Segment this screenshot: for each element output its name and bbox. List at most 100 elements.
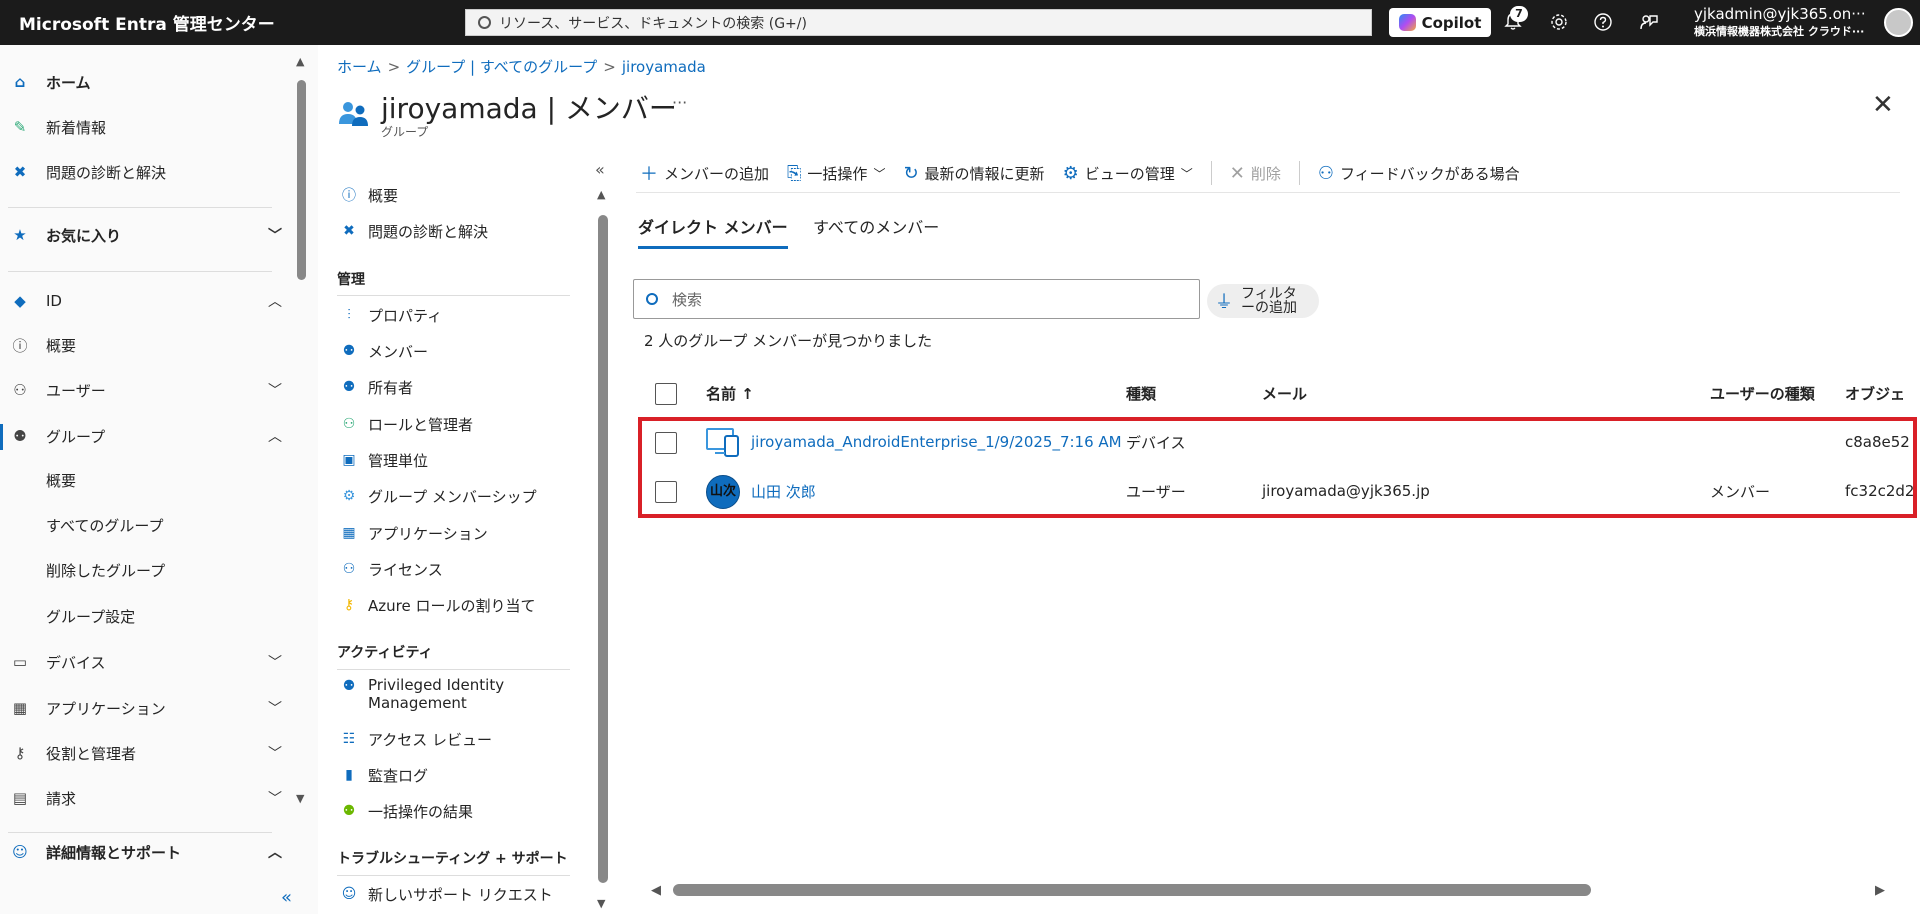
nav-billing[interactable]: ▤ 請求 ﹀	[0, 781, 290, 815]
manage-view-label: ビューの管理	[1084, 164, 1175, 183]
help-icon[interactable]	[1592, 12, 1614, 34]
menu-overview[interactable]: ⓘ 概要	[340, 178, 595, 212]
menu-bulk-results-label: 一括操作の結果	[368, 802, 474, 821]
column-header-user-type[interactable]: ユーザーの種類	[1710, 383, 1815, 404]
close-icon[interactable]: ✕	[1872, 90, 1894, 120]
refresh-icon: ↻	[903, 162, 919, 184]
nav-roles-admins[interactable]: ⚷ 役割と管理者 ﹀	[0, 736, 290, 770]
column-header-object-id[interactable]: オブジェ	[1845, 383, 1905, 404]
account-org: 横浜情報機器株式会社 クラウド···	[1694, 25, 1865, 38]
scroll-right-arrow-icon[interactable]: ▶	[1875, 883, 1885, 898]
applications-grid-icon: ▦	[342, 525, 356, 541]
menu-properties-label: プロパティ	[368, 306, 443, 325]
left-nav-scrollbar[interactable]	[297, 80, 306, 280]
nav-identity[interactable]: ◆ ID ︿	[0, 284, 290, 318]
scroll-up-arrow-icon[interactable]: ▲	[296, 55, 304, 68]
nav-divider	[8, 271, 272, 272]
nav-overview[interactable]: ⓘ 概要	[0, 328, 290, 362]
menu-admin-units-label: 管理単位	[368, 451, 429, 470]
menu-pim[interactable]: ⚉ Privileged Identity Management	[340, 676, 595, 716]
menu-members[interactable]: ⚉ メンバー	[340, 334, 595, 368]
delete-button[interactable]: ✕ 削除	[1230, 163, 1281, 184]
column-header-name[interactable]: 名前 ↑	[706, 383, 754, 404]
menu-azure-roles[interactable]: ⚷ Azure ロールの割り当て	[340, 588, 595, 622]
nav-devices[interactable]: ▭ デバイス ﹀	[0, 645, 290, 679]
more-options-icon[interactable]: ···	[672, 93, 687, 112]
menu-licenses[interactable]: ⚇ ライセンス	[340, 552, 595, 586]
menu-roles-admins[interactable]: ⚇ ロールと管理者	[340, 407, 595, 441]
settings-gear-icon[interactable]	[1548, 12, 1570, 34]
feedback-button[interactable]: ⚇ フィードバックがある場合	[1318, 163, 1520, 184]
breadcrumb-groups[interactable]: グループ | すべてのグループ	[406, 58, 597, 76]
manage-view-button[interactable]: ⚙ ビューの管理 ﹀	[1063, 163, 1193, 184]
add-members-button[interactable]: ＋ メンバーの追加	[640, 160, 769, 186]
command-toolbar: ＋ メンバーの追加 ⎘ 一括操作 ﹀ ↻ 最新の情報に更新 ⚙ ビューの管理 ﹀ ✕ 削除 ⚇…	[640, 155, 1538, 191]
account-info[interactable]: yjkadmin@yjk365.on··· 横浜情報機器株式会社 クラウド···	[1694, 5, 1879, 39]
menu-admin-units[interactable]: ▣ 管理単位	[340, 443, 595, 477]
nav-whats-new[interactable]: ✎ 新着情報	[0, 110, 290, 144]
menu-audit-logs-label: 監査ログ	[368, 766, 429, 785]
nav-all-groups[interactable]: すべてのグループ	[46, 511, 163, 541]
nav-diagnose[interactable]: ✖ 問題の診断と解決	[0, 155, 290, 189]
scroll-down-arrow-icon[interactable]: ▼	[597, 897, 605, 910]
nav-favorites-label: お気に入り	[46, 226, 122, 245]
refresh-button[interactable]: ↻ 最新の情報に更新	[903, 163, 1044, 184]
highlight-annotation-box	[638, 417, 1917, 518]
menu-properties[interactable]: ⫶ プロパティ	[340, 298, 595, 332]
scroll-left-arrow-icon[interactable]: ◀	[651, 883, 661, 898]
star-icon: ★	[13, 226, 27, 244]
nav-favorites[interactable]: ★ お気に入り ﹀	[0, 218, 290, 252]
nav-group-settings[interactable]: グループ設定	[46, 602, 135, 632]
toolbar-divider	[1210, 161, 1212, 185]
page-title: jiroyamada | メンバー	[381, 92, 677, 125]
breadcrumb-current[interactable]: jiroyamada	[622, 58, 706, 76]
menu-new-support-request[interactable]: ☺ 新しいサポート リクエスト	[340, 877, 595, 911]
column-header-type[interactable]: 種類	[1126, 383, 1156, 404]
account-avatar[interactable]	[1884, 8, 1913, 37]
menu-owners[interactable]: ⚉ 所有者	[340, 370, 595, 404]
chevron-up-icon: ︿	[268, 845, 282, 861]
nav-learn-support[interactable]: ☺ 詳細情報とサポート ︿	[0, 835, 290, 869]
roles-icon: ⚇	[342, 416, 356, 432]
menu-bulk-results[interactable]: ⚉ 一括操作の結果	[340, 794, 595, 828]
collapse-nav-icon[interactable]: «	[281, 887, 292, 908]
member-search-input[interactable]: 検索	[633, 279, 1200, 319]
table-header: 名前 ↑ 種類 メール ユーザーの種類 オブジェ	[640, 375, 1905, 411]
nav-groups-overview[interactable]: 概要	[46, 466, 76, 496]
menu-owners-label: 所有者	[368, 378, 414, 397]
members-icon: ⚉	[342, 343, 356, 359]
groups-icon: ⚉	[13, 427, 27, 445]
feedback-icon[interactable]	[1638, 12, 1660, 34]
log-book-icon: ▮	[345, 767, 353, 783]
menu-access-reviews[interactable]: ☷ アクセス レビュー	[340, 722, 595, 756]
table-horizontal-scrollbar[interactable]	[673, 884, 1591, 896]
tab-direct-members[interactable]: ダイレクト メンバー	[638, 214, 788, 249]
scroll-up-arrow-icon[interactable]: ▲	[597, 188, 605, 201]
account-user: yjkadmin@yjk365.on···	[1694, 5, 1866, 23]
nav-home[interactable]: ⌂ ホーム	[0, 65, 290, 99]
collapse-menu-icon[interactable]: «	[595, 160, 605, 179]
resource-menu-scrollbar[interactable]	[598, 215, 608, 883]
scroll-down-arrow-icon[interactable]: ▼	[296, 792, 304, 805]
menu-group-memberships[interactable]: ⚙ グループ メンバーシップ	[340, 479, 595, 513]
column-header-mail[interactable]: メール	[1262, 383, 1307, 404]
bulk-operations-button[interactable]: ⎘ 一括操作 ﹀	[787, 163, 885, 184]
menu-roles-label: ロールと管理者	[368, 415, 474, 434]
nav-deleted-groups[interactable]: 削除したグループ	[46, 556, 165, 586]
gear-icon: ⚙	[1062, 162, 1079, 184]
copilot-button[interactable]: Copilot	[1389, 8, 1491, 37]
menu-applications[interactable]: ▦ アプリケーション	[340, 516, 595, 550]
brand-title[interactable]: Microsoft Entra 管理センター	[19, 10, 464, 35]
menu-audit-logs[interactable]: ▮ 監査ログ	[340, 758, 595, 792]
nav-roles-label: 役割と管理者	[46, 744, 137, 763]
add-filter-button[interactable]: ⏚ フィルターの追加	[1207, 284, 1319, 318]
nav-groups[interactable]: ⚉ グループ ︿	[0, 419, 290, 453]
license-icon: ⚇	[342, 561, 356, 577]
global-search-input[interactable]: リソース、サービス、ドキュメントの検索 (G+/)	[465, 9, 1372, 36]
nav-users[interactable]: ⚇ ユーザー ﹀	[0, 373, 290, 407]
tab-all-members[interactable]: すべてのメンバー	[813, 214, 939, 246]
menu-diagnose[interactable]: ✖ 問題の診断と解決	[340, 214, 595, 248]
select-all-checkbox[interactable]	[655, 383, 677, 405]
nav-applications[interactable]: ▦ アプリケーション ﹀	[0, 691, 290, 725]
breadcrumb-home[interactable]: ホーム	[337, 58, 382, 76]
